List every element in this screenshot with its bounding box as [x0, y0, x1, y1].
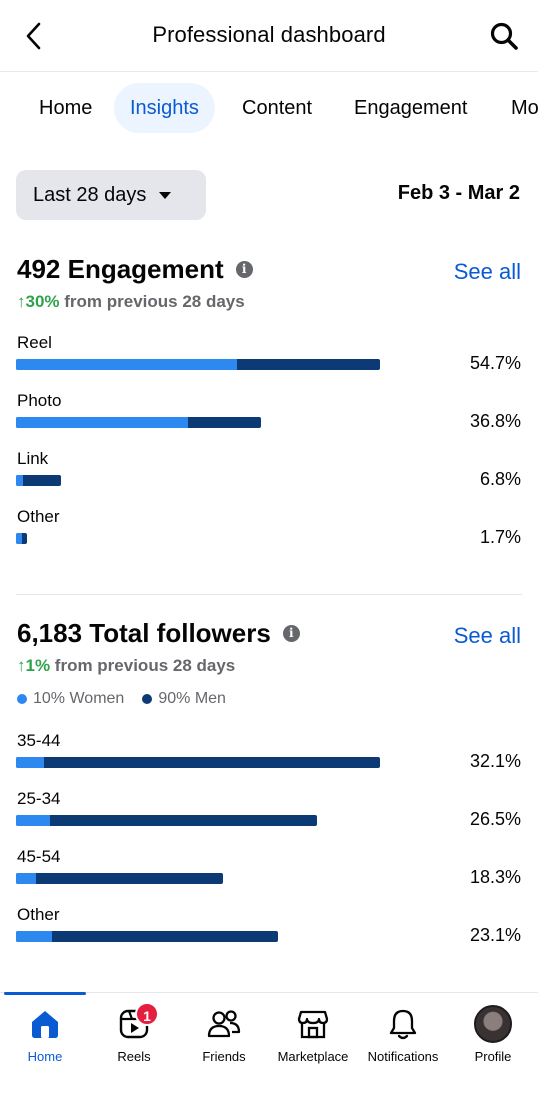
row-label: 35-44 — [17, 731, 61, 750]
men-label: Men — [194, 690, 226, 707]
gender-legend: 10% Women 90% Men — [17, 690, 226, 708]
men-legend-dot — [142, 694, 153, 704]
men-value: 90% — [158, 690, 191, 707]
row-label: 25-34 — [17, 789, 61, 808]
followers-section-title: 6,183 Total followers i — [17, 618, 300, 649]
search-icon — [490, 22, 518, 50]
row-label: 45-54 — [17, 847, 61, 866]
bar — [16, 873, 223, 884]
nav-profile-label: Profile — [474, 1049, 512, 1064]
row-value: 32.1% — [469, 751, 521, 771]
tab-insights[interactable]: Insights — [114, 83, 215, 133]
row-label: Link — [17, 449, 49, 468]
caret-down-icon — [159, 191, 172, 199]
date-range-dropdown[interactable]: Last 28 days — [16, 170, 206, 220]
row-value: 36.8% — [469, 411, 521, 431]
section-divider — [16, 594, 522, 595]
bar — [16, 417, 261, 428]
row-value: 1.7% — [479, 527, 521, 547]
row-value: 18.3% — [469, 867, 521, 887]
row-value: 6.8% — [479, 469, 521, 489]
marketplace-icon — [297, 1010, 329, 1039]
active-nav-indicator — [4, 992, 86, 995]
bell-icon — [389, 1009, 417, 1040]
nav-profile[interactable]: Profile — [448, 1005, 538, 1064]
info-icon[interactable]: i — [282, 625, 300, 642]
bar-fill — [16, 815, 50, 826]
row-value: 26.5% — [469, 809, 521, 829]
nav-marketplace-label: Marketplace — [277, 1049, 349, 1064]
bar-fill — [16, 417, 189, 428]
women-legend-dot — [17, 694, 27, 704]
nav-reels[interactable]: 1 Reels — [89, 1002, 179, 1064]
bar-fill — [16, 359, 237, 370]
row-value: 54.7% — [469, 353, 521, 373]
bottom-nav: Home 1 Reels Friends Marketplace Notific… — [0, 992, 538, 1100]
followers-trend: ↑1% from previous 28 days — [17, 656, 235, 676]
engagement-trend: ↑30% from previous 28 days — [17, 292, 245, 312]
engagement-title: 492 Engagement — [17, 254, 224, 284]
bar-fill — [16, 475, 24, 486]
nav-notifications[interactable]: Notifications — [358, 1005, 448, 1064]
trend-text: from previous 28 days — [59, 292, 245, 311]
bar — [16, 815, 317, 826]
engagement-see-all-link[interactable]: See all — [454, 259, 521, 285]
row-label: Photo — [17, 391, 62, 410]
row-value: 23.1% — [469, 925, 521, 945]
bar-fill — [16, 757, 44, 768]
nav-home[interactable]: Home — [0, 1005, 90, 1064]
nav-friends[interactable]: Friends — [179, 1005, 269, 1064]
reels-notification-badge: 1 — [135, 1002, 159, 1026]
trend-text: from previous 28 days — [50, 656, 236, 675]
followers-title: 6,183 Total followers — [17, 618, 271, 648]
tab-more[interactable]: Mo — [495, 83, 538, 133]
bar — [16, 359, 380, 370]
trend-up-value: ↑1% — [17, 656, 51, 675]
nav-notifications-label: Notifications — [367, 1049, 439, 1064]
bar — [16, 757, 380, 768]
bar — [16, 533, 27, 544]
bar-fill — [16, 533, 22, 544]
row-label: Other — [17, 905, 60, 924]
friends-icon — [207, 1010, 241, 1038]
nav-home-label: Home — [27, 1049, 63, 1064]
row-label: Reel — [17, 333, 52, 352]
nav-reels-label: Reels — [117, 1049, 151, 1064]
search-button[interactable] — [486, 18, 522, 54]
nav-marketplace[interactable]: Marketplace — [268, 1005, 358, 1064]
tab-home[interactable]: Home — [23, 83, 108, 133]
home-icon — [32, 1011, 58, 1038]
followers-see-all-link[interactable]: See all — [454, 623, 521, 649]
bar — [16, 475, 61, 486]
tab-content[interactable]: Content — [226, 83, 328, 133]
bar-fill — [16, 931, 53, 942]
tab-bar: Home Insights Content Engagement Mo — [0, 72, 538, 144]
women-label: Women — [69, 690, 125, 707]
top-bar: Professional dashboard — [0, 0, 538, 72]
bar-fill — [16, 873, 37, 884]
date-range-dropdown-label: Last 28 days — [33, 183, 147, 206]
row-label: Other — [17, 507, 60, 526]
nav-friends-label: Friends — [202, 1049, 246, 1064]
trend-up-value: ↑30% — [17, 292, 60, 311]
date-range-text: Feb 3 - Mar 2 — [397, 182, 520, 204]
engagement-section-title: 492 Engagement i — [17, 254, 253, 285]
women-value: 10% — [33, 690, 66, 707]
avatar — [474, 1005, 512, 1043]
bar — [16, 931, 278, 942]
tab-engagement[interactable]: Engagement — [338, 83, 483, 133]
page-title: Professional dashboard — [152, 22, 386, 47]
info-icon[interactable]: i — [235, 261, 253, 278]
